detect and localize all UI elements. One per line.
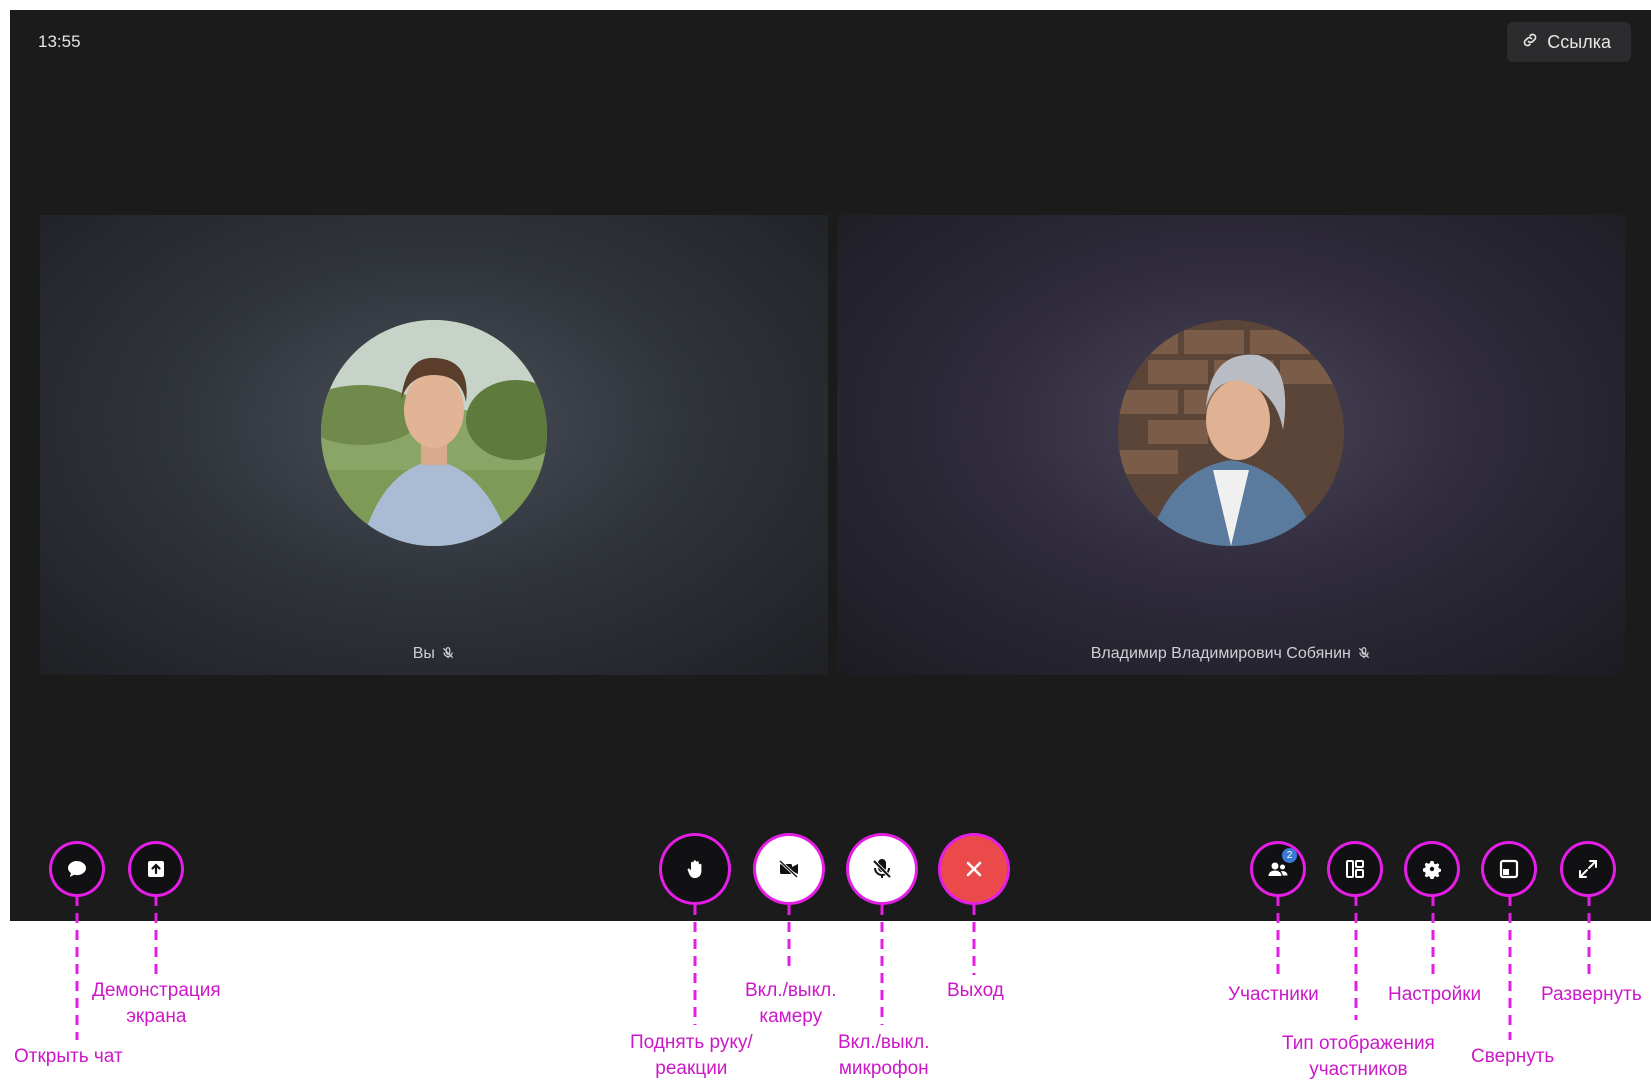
video-tile-remote[interactable]: Владимир Владимирович Собянин [837,215,1625,675]
close-icon [966,861,982,877]
callout-raise-hand: Поднять руку/реакции [630,1032,753,1079]
camera-toggle-button[interactable] [756,836,822,902]
callout-camera: Вкл./выкл. камеру [745,980,837,1027]
avatar [321,320,547,546]
call-window: 13:55 Ссылка Вы Владимир Владимирович Со… [10,10,1651,921]
participant-name: Вы [412,645,435,662]
link-button[interactable]: Ссылка [1507,22,1631,62]
callout-minimize: Свернуть [1471,1046,1555,1067]
callout-screen-share: Демонстрация экрана [92,980,221,1027]
open-chat-button[interactable] [52,844,102,894]
layout-button[interactable] [1330,844,1380,894]
tile-label: Владимир Владимирович Собянин [837,645,1625,663]
callout-expand: Развернуть [1541,984,1642,1005]
participant-name: Владимир Владимирович Собянин [1090,645,1351,662]
participants-count-badge: 2 [1282,848,1297,863]
clock: 13:55 [38,32,81,51]
callout-layout: Тип отображения участников [1282,1033,1435,1080]
mic-off-icon [443,647,454,659]
callout-exit: Выход [947,980,1004,1001]
mic-off-icon [1359,647,1370,659]
callout-settings: Настройки [1388,984,1482,1005]
mic-off-icon [872,859,892,879]
chat-icon [68,861,86,877]
link-label: Ссылка [1547,31,1611,52]
tile-label: Вы [40,645,828,663]
link-icon [1521,31,1539,54]
mic-toggle-button[interactable] [849,836,915,902]
screen-share-icon [148,861,164,877]
callout-mic: Вкл./выкл. микрофон [838,1032,930,1079]
raise-hand-button[interactable] [662,836,728,902]
video-tile-self[interactable]: Вы [40,215,828,675]
screen-share-button[interactable] [131,844,181,894]
minimize-icon [1499,859,1519,879]
participants-button[interactable]: 2 [1253,844,1303,894]
callout-open-chat: Открыть чат [14,1046,123,1067]
minimize-button[interactable] [1484,844,1534,894]
avatar [1118,320,1344,546]
gear-icon [1423,861,1441,879]
hand-icon [687,860,702,878]
expand-button[interactable] [1563,844,1613,894]
exit-button[interactable] [941,836,1007,902]
layout-icon [1346,860,1364,878]
callout-participants: Участники [1228,984,1319,1005]
settings-button[interactable] [1407,844,1457,894]
camera-off-icon [778,859,799,879]
expand-icon [1579,860,1597,878]
